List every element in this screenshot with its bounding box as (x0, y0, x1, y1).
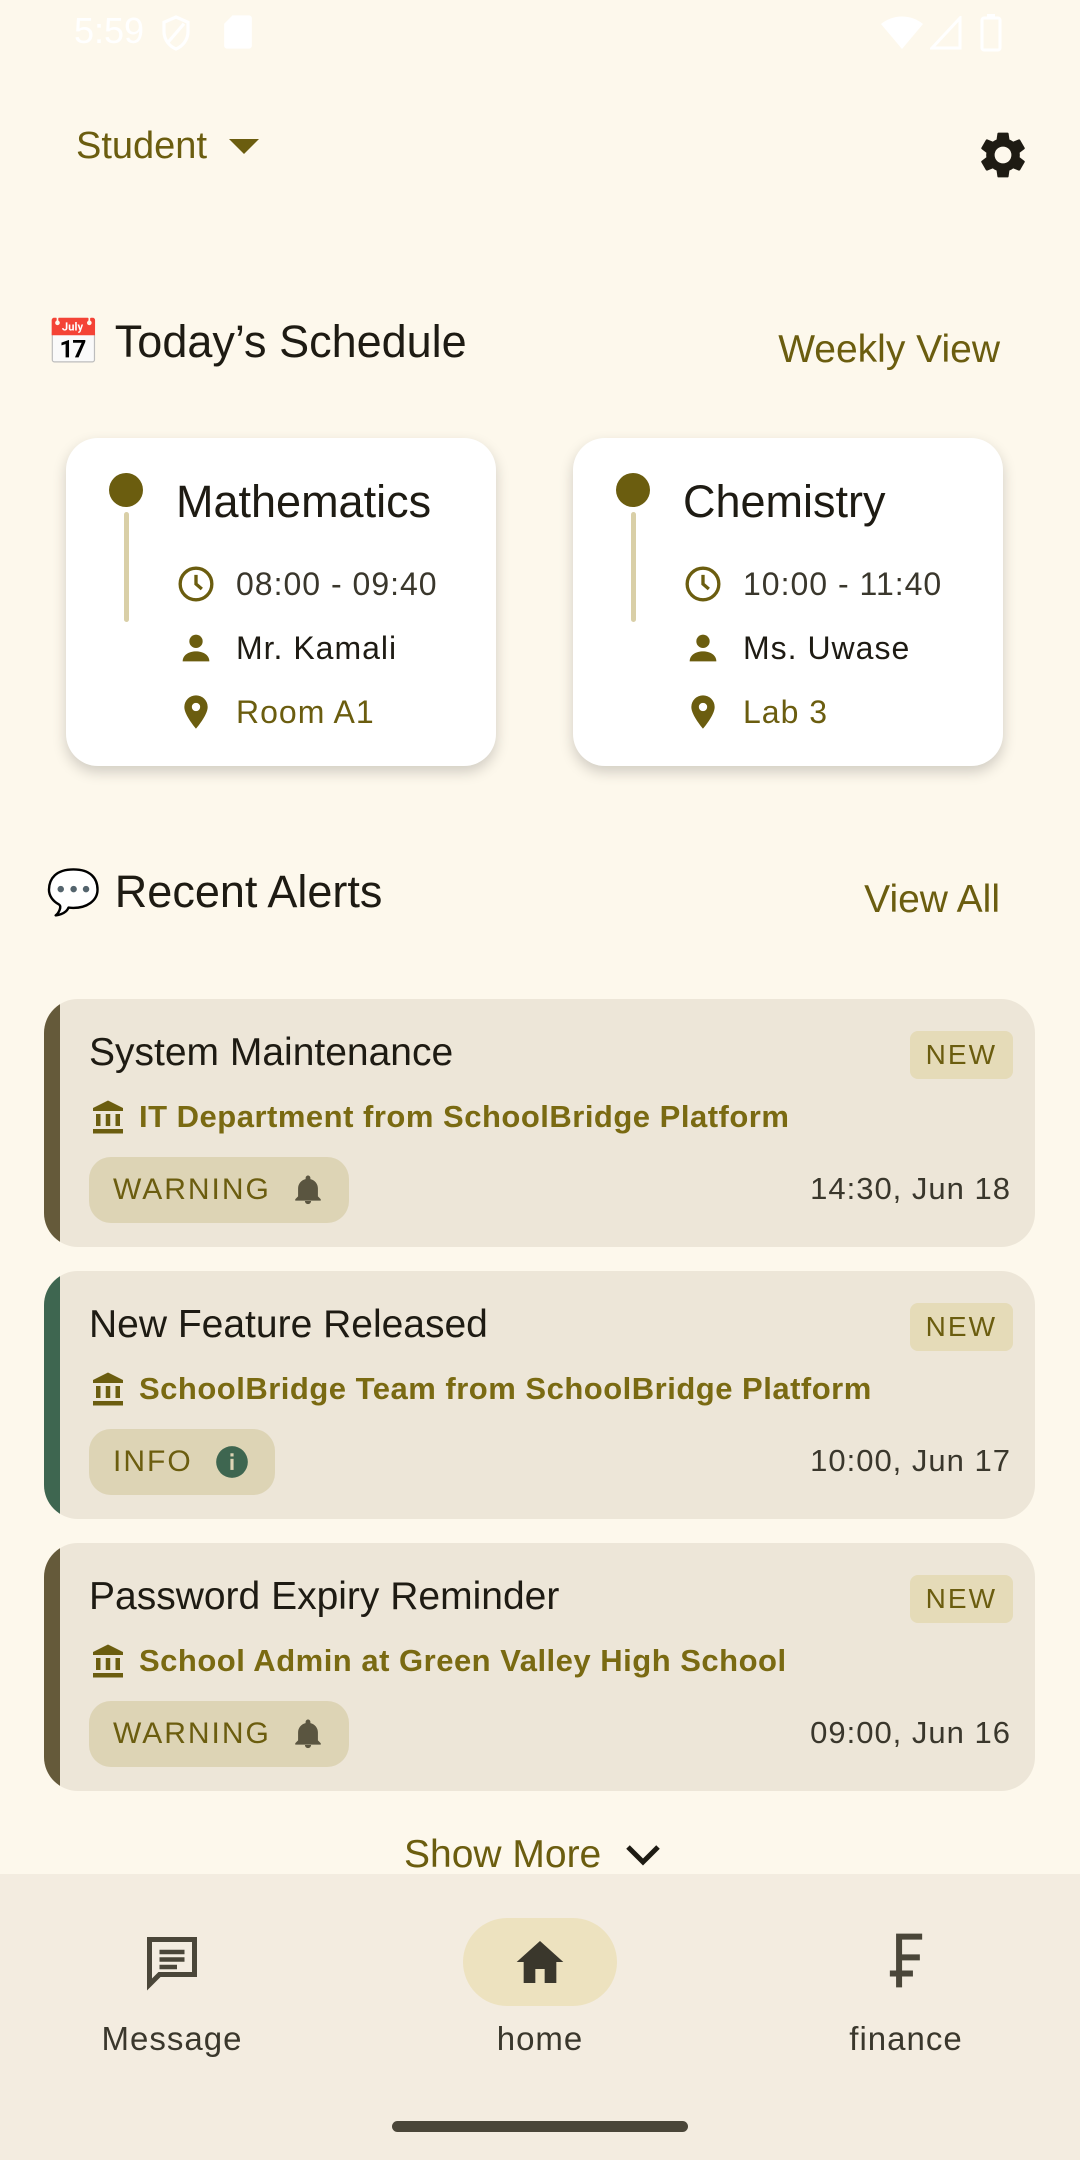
schedule-title-text: Today’s Schedule (114, 316, 467, 367)
speech-bubble-icon: 💬 (46, 868, 101, 917)
status-time: 5:59 (74, 10, 145, 51)
alert-type: WARNING (113, 1717, 271, 1750)
schedule-card[interactable]: Mathematics 08:00 - 09:40 Mr. Kamali Roo… (66, 438, 496, 766)
class-teacher-row: Mr. Kamali (176, 628, 397, 668)
view-all-link[interactable]: View All (864, 878, 1000, 922)
finance-icon (889, 1933, 923, 1988)
nav-item-finance[interactable]: finance (806, 1918, 1006, 2058)
class-subject: Chemistry (683, 476, 886, 527)
message-icon (147, 1937, 197, 1991)
home-indicator (392, 2121, 688, 2132)
timeline-line (631, 512, 636, 622)
timeline-dot (616, 473, 650, 507)
alerts-title-text: Recent Alerts (114, 866, 383, 917)
class-room-row: Lab 3 (683, 692, 828, 732)
gear-icon[interactable] (975, 127, 1031, 183)
alert-time: 09:00, Jun 16 (810, 1715, 1011, 1750)
nav-pill (95, 1918, 249, 2006)
institution-icon (93, 1644, 123, 1678)
alert-time: 14:30, Jun 18 (810, 1171, 1011, 1206)
nav-label: Message (101, 2020, 243, 2057)
status-bar: 5:59 (0, 0, 1080, 66)
shield-icon (162, 15, 190, 51)
nav-item-message[interactable]: Message (72, 1918, 272, 2058)
alert-type-chip: INFO (89, 1429, 275, 1495)
alerts-title: 💬 Recent Alerts (46, 866, 382, 918)
alert-accent-stripe (44, 1271, 60, 1519)
alert-type: WARNING (113, 1173, 271, 1206)
nav-pill (829, 1918, 983, 2006)
bottom-nav: Message home finance (0, 1874, 1080, 2160)
class-time-row: 10:00 - 11:40 (683, 564, 942, 604)
alert-card[interactable]: New Feature Released NEW SchoolBridge Te… (44, 1271, 1035, 1519)
battery-icon (980, 14, 1002, 52)
alert-source-text: SchoolBridge Team from SchoolBridge Plat… (139, 1371, 872, 1406)
alert-type: INFO (113, 1445, 193, 1478)
location-pin-icon (691, 695, 715, 729)
alert-source: IT Department from SchoolBridge Platform (89, 1099, 789, 1135)
home-icon (516, 1941, 564, 1983)
alert-source: SchoolBridge Team from SchoolBridge Plat… (89, 1371, 872, 1407)
nav-pill-active (463, 1918, 617, 2006)
new-badge: NEW (909, 1575, 1013, 1623)
sd-card-icon (224, 15, 252, 49)
role-label: Student (76, 125, 207, 167)
new-badge: NEW (909, 1031, 1013, 1079)
alert-source: School Admin at Green Valley High School (89, 1643, 787, 1679)
bell-icon (295, 1175, 321, 1205)
wifi-icon (881, 16, 923, 49)
alert-title: New Feature Released (89, 1303, 488, 1346)
alert-source-text: IT Department from SchoolBridge Platform (139, 1099, 790, 1134)
alert-source-text: School Admin at Green Valley High School (139, 1643, 787, 1678)
class-teacher: Mr. Kamali (236, 629, 398, 666)
institution-icon (93, 1100, 123, 1134)
bell-icon (295, 1719, 321, 1749)
timeline-dot (109, 473, 143, 507)
institution-icon (93, 1372, 123, 1406)
cell-signal-icon (930, 16, 962, 50)
clock-icon (178, 566, 214, 602)
alert-card[interactable]: Password Expiry Reminder NEW School Admi… (44, 1543, 1035, 1791)
timeline-line (124, 512, 129, 622)
alert-title: System Maintenance (89, 1031, 454, 1074)
class-time: 10:00 - 11:40 (743, 565, 943, 602)
new-badge: NEW (909, 1303, 1013, 1351)
nav-item-home[interactable]: home (440, 1918, 640, 2058)
caret-down-icon (229, 138, 259, 154)
show-more-label: Show More (404, 1833, 602, 1876)
calendar-icon: 📅 (46, 318, 101, 367)
class-room-row: Room A1 (176, 692, 375, 732)
nav-label: home (496, 2020, 584, 2057)
alert-accent-stripe (44, 999, 60, 1247)
alert-type-chip: WARNING (89, 1701, 349, 1767)
person-icon (182, 634, 210, 662)
schedule-card[interactable]: Chemistry 10:00 - 11:40 Ms. Uwase Lab 3 (573, 438, 1003, 766)
info-icon (215, 1446, 248, 1478)
clock-icon (685, 566, 721, 602)
schedule-title: 📅 Today’s Schedule (46, 316, 467, 368)
person-icon (689, 634, 717, 662)
chevron-down-icon (626, 1845, 661, 1866)
location-pin-icon (184, 695, 208, 729)
class-teacher-row: Ms. Uwase (683, 628, 910, 668)
role-selector[interactable]: Student (76, 125, 259, 168)
class-time: 08:00 - 09:40 (236, 565, 438, 602)
alert-type-chip: WARNING (89, 1157, 349, 1223)
nav-label: finance (849, 2020, 963, 2057)
class-teacher: Ms. Uwase (743, 629, 911, 666)
class-room: Room A1 (236, 693, 375, 730)
class-subject: Mathematics (176, 476, 432, 527)
class-room: Lab 3 (743, 693, 829, 730)
class-time-row: 08:00 - 09:40 (176, 564, 438, 604)
alert-card[interactable]: System Maintenance NEW IT Department fro… (44, 999, 1035, 1247)
alert-accent-stripe (44, 1543, 60, 1791)
show-more-button[interactable]: Show More (404, 1833, 661, 1877)
weekly-view-link[interactable]: Weekly View (778, 328, 1000, 372)
alert-time: 10:00, Jun 17 (810, 1443, 1011, 1478)
alert-title: Password Expiry Reminder (89, 1575, 560, 1618)
